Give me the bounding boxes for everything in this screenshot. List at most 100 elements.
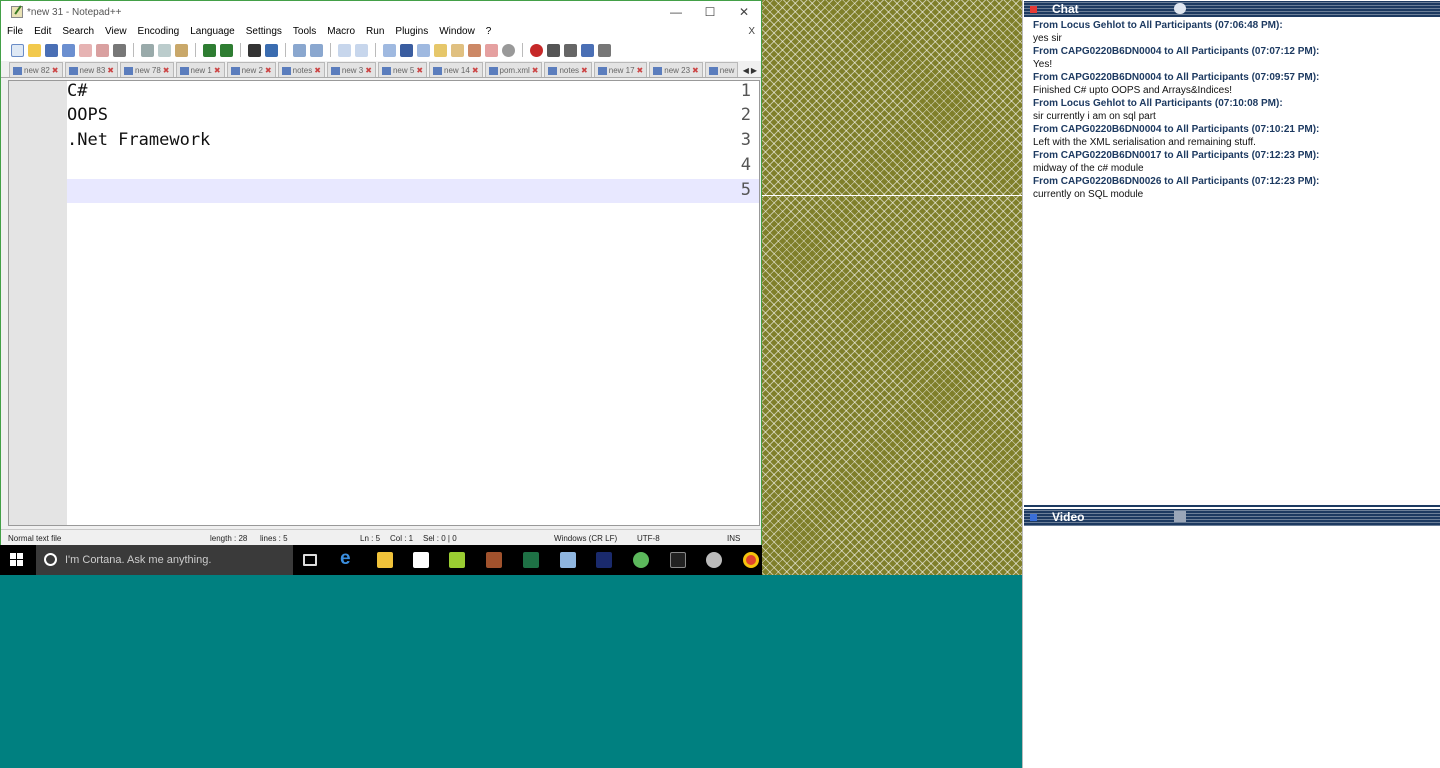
close-document-button[interactable]: X bbox=[748, 26, 755, 37]
tab-new-23[interactable]: new 23 ✖ bbox=[649, 62, 703, 77]
show-all-chars-icon[interactable] bbox=[400, 43, 413, 57]
chat-message: From CAPG0220B6DN0004 to All Participant… bbox=[1033, 46, 1320, 70]
zoom-out-icon[interactable] bbox=[310, 43, 323, 57]
menu-settings[interactable]: Settings bbox=[246, 26, 282, 37]
menu-language[interactable]: Language bbox=[190, 26, 235, 37]
close-file-icon[interactable] bbox=[79, 43, 92, 57]
panel-status-icon bbox=[1030, 514, 1037, 521]
open-file-icon[interactable] bbox=[28, 43, 41, 57]
tab-new-1[interactable]: new 1 ✖ bbox=[175, 62, 225, 77]
editor-area[interactable]: 1 2 3 4 5 C# OOPS .Net Framework bbox=[8, 80, 760, 526]
cortana-icon bbox=[44, 553, 57, 566]
tab-new-17[interactable]: new 17 ✖ bbox=[593, 62, 648, 77]
new-file-icon[interactable] bbox=[11, 43, 24, 57]
tab-new-14[interactable]: new 14 ✖ bbox=[429, 62, 483, 77]
close-all-icon[interactable] bbox=[96, 43, 109, 57]
notes-app-icon[interactable] bbox=[560, 552, 576, 568]
app-icon[interactable] bbox=[486, 552, 502, 568]
tab-new-82[interactable]: new 82 ✖ bbox=[9, 62, 63, 77]
cut-icon[interactable] bbox=[141, 43, 154, 57]
tab-new-5[interactable]: new 5 ✖ bbox=[377, 62, 428, 77]
cortana-search-box[interactable]: I'm Cortana. Ask me anything. bbox=[36, 545, 293, 575]
menu-edit[interactable]: Edit bbox=[34, 26, 51, 37]
chat-bubble-icon bbox=[1174, 3, 1186, 14]
undo-icon[interactable] bbox=[203, 43, 216, 57]
tab-scroll-left-icon[interactable]: ◀ bbox=[743, 66, 749, 75]
toolbar-separator bbox=[133, 43, 134, 57]
redo-icon[interactable] bbox=[220, 43, 233, 57]
tab-new-partial[interactable]: new bbox=[704, 62, 739, 77]
start-recording-icon[interactable] bbox=[530, 43, 543, 57]
word-wrap-icon[interactable] bbox=[383, 43, 396, 57]
tab-new-78[interactable]: new 78 ✖ bbox=[120, 62, 174, 77]
menu-macro[interactable]: Macro bbox=[327, 26, 355, 37]
status-column: Col : 1 bbox=[390, 534, 414, 543]
find-icon[interactable] bbox=[248, 43, 261, 57]
menu-encoding[interactable]: Encoding bbox=[138, 26, 180, 37]
indent-guide-icon[interactable] bbox=[417, 43, 430, 57]
sync-horizontal-icon[interactable] bbox=[355, 43, 368, 57]
run-macro-multiple-icon[interactable] bbox=[581, 43, 594, 57]
folder-workspace-icon[interactable] bbox=[468, 43, 481, 57]
line-number: 1 bbox=[740, 81, 751, 101]
chat-message: From Locus Gehlot to All Participants (0… bbox=[1033, 98, 1283, 122]
stop-recording-icon[interactable] bbox=[547, 43, 560, 57]
menu-run[interactable]: Run bbox=[366, 26, 384, 37]
copy-icon[interactable] bbox=[158, 43, 171, 57]
excel-icon[interactable] bbox=[523, 552, 539, 568]
edge-browser-icon[interactable]: e bbox=[340, 548, 351, 570]
chat-panel-header[interactable]: Chat bbox=[1024, 1, 1440, 18]
spring-tool-icon[interactable] bbox=[633, 552, 649, 568]
menu-help[interactable]: ? bbox=[486, 26, 492, 37]
tab-pom-xml[interactable]: pom.xml ✖ bbox=[484, 62, 543, 77]
function-list-icon[interactable] bbox=[451, 43, 464, 57]
windows-start-icon[interactable] bbox=[10, 553, 24, 567]
menu-plugins[interactable]: Plugins bbox=[395, 26, 428, 37]
sync-vertical-icon[interactable] bbox=[338, 43, 351, 57]
close-window-button[interactable]: ✕ bbox=[727, 5, 761, 19]
tab-new-2[interactable]: new 2 ✖ bbox=[226, 62, 276, 77]
toolbar-separator bbox=[522, 43, 523, 57]
menu-bar: File Edit Search View Encoding Language … bbox=[1, 23, 761, 39]
tab-scroll-right-icon[interactable]: ▶ bbox=[751, 66, 757, 75]
maximize-button[interactable]: ☐ bbox=[693, 5, 727, 19]
video-panel-header[interactable]: Video bbox=[1024, 509, 1440, 526]
code-line: OOPS bbox=[67, 105, 108, 125]
zoom-in-icon[interactable] bbox=[293, 43, 306, 57]
file-explorer-icon[interactable] bbox=[377, 552, 393, 568]
tab-new-3[interactable]: new 3 ✖ bbox=[326, 62, 376, 77]
tab-new-83[interactable]: new 83 ✖ bbox=[64, 62, 118, 77]
store-icon[interactable] bbox=[413, 552, 429, 568]
save-all-icon[interactable] bbox=[62, 43, 75, 57]
code-line: C# bbox=[67, 81, 88, 101]
record-macro-icon[interactable] bbox=[502, 43, 515, 57]
menu-tools[interactable]: Tools bbox=[293, 26, 316, 37]
title-bar[interactable]: *new 31 - Notepad++ — ☐ ✕ bbox=[1, 1, 761, 23]
settings-app-icon[interactable] bbox=[706, 552, 722, 568]
monitoring-icon[interactable] bbox=[485, 43, 498, 57]
save-macro-icon[interactable] bbox=[598, 43, 611, 57]
tab-notes[interactable]: notes ✖ bbox=[277, 62, 325, 77]
document-tabs: new 82 ✖ new 83 ✖ new 78 ✖ new 1 ✖ new 2 ✖ no… bbox=[1, 61, 761, 78]
menu-search[interactable]: Search bbox=[62, 26, 94, 37]
toolbar-separator bbox=[330, 43, 331, 57]
playback-icon[interactable] bbox=[564, 43, 577, 57]
menu-window[interactable]: Window bbox=[439, 26, 475, 37]
meeting-app-icon[interactable] bbox=[596, 552, 612, 568]
menu-view[interactable]: View bbox=[105, 26, 127, 37]
print-icon[interactable] bbox=[113, 43, 126, 57]
status-file-type: Normal text file bbox=[8, 534, 62, 543]
tab-notes-2[interactable]: notes ✖ bbox=[544, 62, 592, 77]
command-prompt-icon[interactable] bbox=[670, 552, 686, 568]
code-line: .Net Framework bbox=[67, 130, 211, 150]
task-view-icon[interactable] bbox=[303, 554, 317, 566]
notepadpp-taskbar-icon[interactable] bbox=[449, 552, 465, 568]
minimize-button[interactable]: — bbox=[659, 5, 693, 19]
chrome-icon[interactable] bbox=[743, 552, 759, 568]
status-lines: lines : 5 bbox=[260, 534, 288, 543]
paste-icon[interactable] bbox=[175, 43, 188, 57]
replace-icon[interactable] bbox=[265, 43, 278, 57]
menu-file[interactable]: File bbox=[7, 26, 23, 37]
document-map-icon[interactable] bbox=[434, 43, 447, 57]
save-icon[interactable] bbox=[45, 43, 58, 57]
